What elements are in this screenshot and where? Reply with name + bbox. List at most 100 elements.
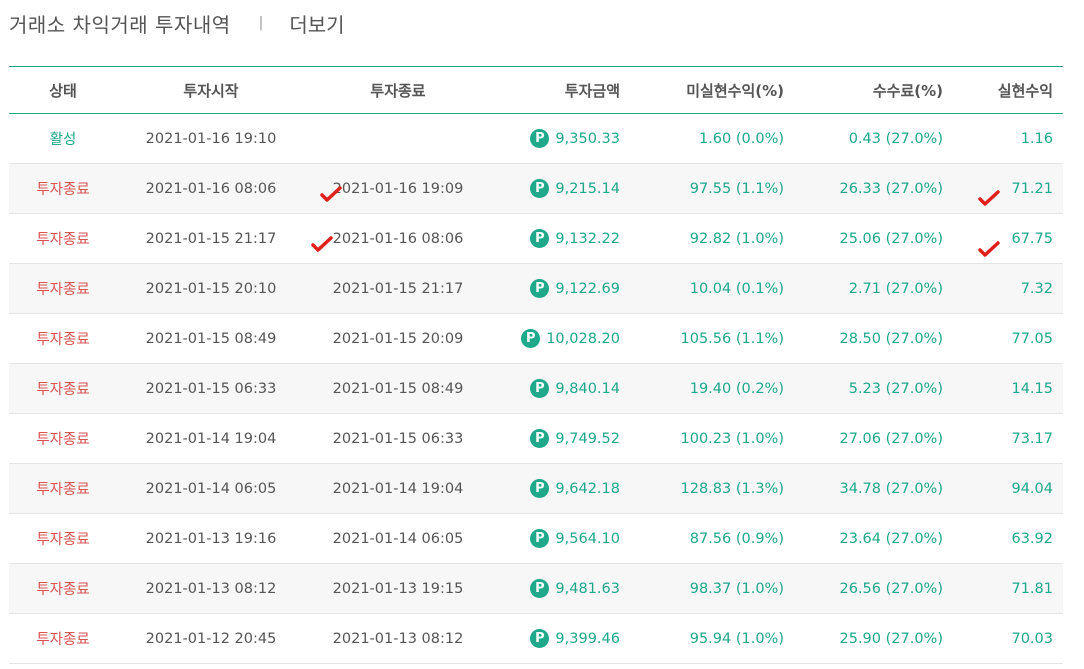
status-cell: 투자종료 [36,232,90,248]
realized-cell: 71.21 [1011,180,1053,197]
unrealized-cell: 92.82 (1.0%) [689,230,784,247]
table-row: 투자종료 2021-01-12 20:45 2021-01-13 08:12 P… [9,614,1063,664]
point-icon: P [530,429,550,448]
amount-cell: P 9,564.10 [530,529,620,548]
end-time-cell: 2021-01-15 06:33 [332,430,464,447]
table-row: 투자종료 2021-01-13 08:12 2021-01-13 19:15 P… [9,564,1063,614]
status-cell: 투자종료 [36,182,90,198]
amount-value: 9,122.69 [555,280,620,297]
investment-history-table: 상태 투자시작 투자종료 투자금액 미실현수익(%) 수수료(%) 실현수익 활… [9,66,1063,664]
realized-cell: 67.75 [1011,230,1053,247]
unrealized-cell: 1.60 (0.0%) [698,130,784,147]
start-time-cell: 2021-01-15 20:10 [145,280,277,297]
realized-cell: 73.17 [1011,430,1053,447]
status-cell: 투자종료 [36,582,90,598]
table-row: 투자종료 2021-01-14 19:04 2021-01-15 06:33 P… [9,414,1063,464]
table-body: 활성 2021-01-16 19:10 P 9,350.33 1.60 (0.0… [9,114,1063,664]
realized-cell: 1.16 [1020,130,1053,147]
header-realized: 실현수익 [997,81,1053,100]
amount-value: 9,215.14 [555,180,620,197]
end-time-cell: 2021-01-15 08:49 [332,380,464,397]
page-header: 거래소 차익거래 투자내역 | 더보기 [9,8,345,38]
point-icon: P [530,579,550,598]
start-time-cell: 2021-01-15 06:33 [145,380,277,397]
check-mark-icon [320,186,342,202]
more-link[interactable]: 더보기 [289,9,344,38]
amount-cell: P 9,481.63 [530,579,620,598]
start-time-cell: 2021-01-13 19:16 [145,530,277,547]
realized-cell: 63.92 [1011,530,1053,547]
amount-cell: P 10,028.20 [521,329,620,348]
check-mark-icon [978,241,1000,257]
point-icon: P [530,379,550,398]
header-status: 상태 [49,81,77,100]
status-cell: 투자종료 [36,482,90,498]
realized-cell: 71.81 [1011,580,1053,597]
unrealized-cell: 10.04 (0.1%) [689,280,784,297]
status-cell: 투자종료 [36,382,90,398]
end-time-cell: 2021-01-16 08:06 [332,230,464,247]
amount-cell: P 9,642.18 [530,479,620,498]
end-time-cell: 2021-01-15 20:09 [332,330,464,347]
amount-cell: P 9,215.14 [530,179,620,198]
point-icon: P [530,229,550,248]
unrealized-cell: 100.23 (1.0%) [680,430,785,447]
point-icon: P [530,529,550,548]
unrealized-cell: 95.94 (1.0%) [689,630,784,647]
unrealized-cell: 97.55 (1.1%) [689,180,784,197]
end-time-cell: 2021-01-13 08:12 [332,630,464,647]
realized-cell: 70.03 [1011,630,1053,647]
start-time-cell: 2021-01-12 20:45 [145,630,277,647]
status-cell: 투자종료 [36,432,90,448]
check-mark-icon [978,190,1000,206]
end-time-cell: 2021-01-14 19:04 [332,480,464,497]
start-time-cell: 2021-01-16 19:10 [145,130,277,147]
unrealized-cell: 105.56 (1.1%) [680,330,785,347]
fee-cell: 27.06 (27.0%) [839,430,944,447]
point-icon: P [530,479,550,498]
table-row: 투자종료 2021-01-15 21:17 2021-01-16 08:06 P… [9,214,1063,264]
point-icon: P [521,329,541,348]
point-icon: P [530,629,550,648]
start-time-cell: 2021-01-14 19:04 [145,430,277,447]
table-row: 투자종료 2021-01-14 06:05 2021-01-14 19:04 P… [9,464,1063,514]
fee-cell: 0.43 (27.0%) [848,130,943,147]
status-cell: 활성 [49,132,77,148]
amount-cell: P 9,749.52 [530,429,620,448]
realized-cell: 77.05 [1011,330,1053,347]
page-title: 거래소 차익거래 투자내역 [9,12,231,37]
amount-value: 9,749.52 [555,430,620,447]
header-start: 투자시작 [183,81,239,100]
status-cell: 투자종료 [36,332,90,348]
table-row: 활성 2021-01-16 19:10 P 9,350.33 1.60 (0.0… [9,114,1063,164]
start-time-cell: 2021-01-15 08:49 [145,330,277,347]
realized-cell: 94.04 [1011,480,1053,497]
amount-value: 9,481.63 [555,580,620,597]
start-time-cell: 2021-01-16 08:06 [145,180,277,197]
unrealized-cell: 128.83 (1.3%) [680,480,785,497]
fee-cell: 2.71 (27.0%) [848,280,943,297]
amount-cell: P 9,350.33 [530,129,620,148]
header-unrealized: 미실현수익(%) [686,81,784,100]
header-separator: | [258,15,264,31]
amount-cell: P 9,399.46 [530,629,620,648]
table-row: 투자종료 2021-01-13 19:16 2021-01-14 06:05 P… [9,514,1063,564]
header-fee: 수수료(%) [872,81,943,100]
start-time-cell: 2021-01-14 06:05 [145,480,277,497]
fee-cell: 26.33 (27.0%) [839,180,944,197]
unrealized-cell: 19.40 (0.2%) [689,380,784,397]
table-header: 상태 투자시작 투자종료 투자금액 미실현수익(%) 수수료(%) 실현수익 [9,66,1063,114]
realized-cell: 7.32 [1020,280,1053,297]
amount-cell: P 9,132.22 [530,229,620,248]
status-cell: 투자종료 [36,532,90,548]
table-row: 투자종료 2021-01-16 08:06 2021-01-16 19:09 P… [9,164,1063,214]
amount-cell: P 9,122.69 [530,279,620,298]
status-cell: 투자종료 [36,282,90,298]
fee-cell: 34.78 (27.0%) [839,480,944,497]
unrealized-cell: 98.37 (1.0%) [689,580,784,597]
end-time-cell: 2021-01-14 06:05 [332,530,464,547]
table-row: 투자종료 2021-01-15 20:10 2021-01-15 21:17 P… [9,264,1063,314]
amount-value: 9,132.22 [555,230,620,247]
fee-cell: 28.50 (27.0%) [839,330,944,347]
amount-value: 9,642.18 [555,480,620,497]
